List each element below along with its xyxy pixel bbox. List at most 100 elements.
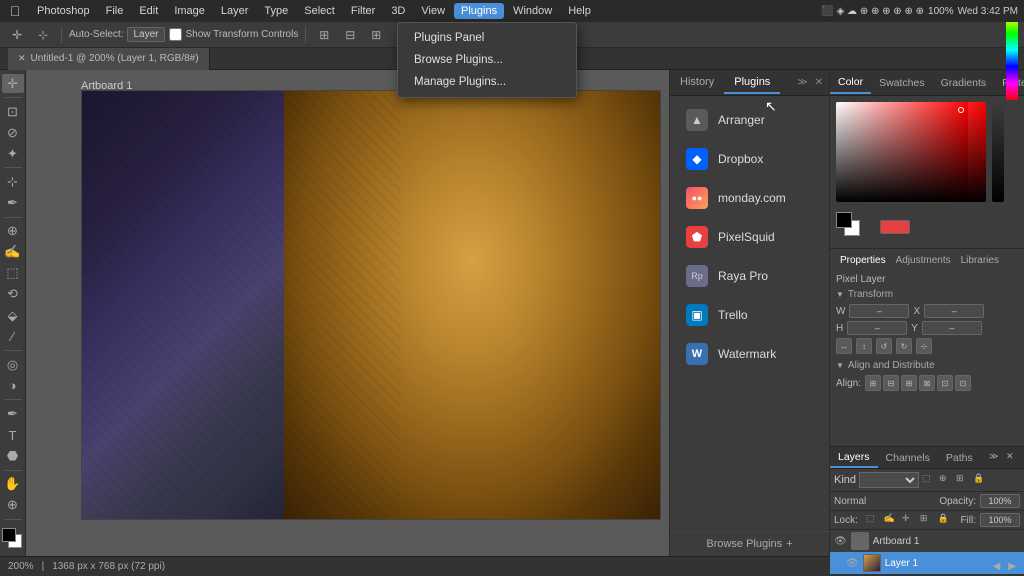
layers-kind-select[interactable] xyxy=(859,472,919,488)
menu-type[interactable]: Type xyxy=(257,3,295,19)
move-tool-btn[interactable]: ✛ xyxy=(2,74,24,93)
lasso-tool-btn[interactable]: ⊘ xyxy=(2,123,24,142)
width-input[interactable] xyxy=(849,304,909,318)
eyedropper-btn[interactable]: ✒ xyxy=(2,193,24,212)
menu-select[interactable]: Select xyxy=(297,3,342,19)
dropdown-plugins-panel[interactable]: Plugins Panel xyxy=(398,27,576,49)
paths-tab-btn[interactable]: Paths xyxy=(938,449,981,467)
color-swatches[interactable] xyxy=(2,528,24,552)
eraser-tool-btn[interactable]: ⬙ xyxy=(2,306,24,325)
menu-edit[interactable]: Edit xyxy=(132,3,165,19)
align-section[interactable]: ▼ Align and Distribute xyxy=(836,360,1018,371)
more-transform-icon[interactable]: ⊹ xyxy=(916,338,932,354)
rotate-left-icon[interactable]: ↺ xyxy=(876,338,892,354)
transform-section[interactable]: ▼ Transform xyxy=(836,289,1018,300)
channels-tab-btn[interactable]: Channels xyxy=(878,449,938,467)
browse-plugins-btn[interactable]: Browse Plugins + xyxy=(670,531,829,556)
layer-lock-pixels-icon[interactable]: ⬚ xyxy=(922,473,936,487)
brush-tool-btn[interactable]: ✍ xyxy=(2,243,24,262)
height-input[interactable] xyxy=(847,321,907,335)
apple-logo-icon[interactable]:  xyxy=(6,0,24,22)
layer-lock-artboard-icon[interactable]: ⊞ xyxy=(956,473,970,487)
canvas-area[interactable]: Artboard 1 xyxy=(26,70,669,556)
align-bottom-edge-icon[interactable]: ⊡ xyxy=(955,375,971,391)
magic-wand-btn[interactable]: ✦ xyxy=(2,144,24,163)
lock-artboard2-icon[interactable]: ⊞ xyxy=(920,513,934,527)
menu-3d[interactable]: 3D xyxy=(384,3,412,19)
align-left-edge-icon[interactable]: ⊞ xyxy=(865,375,881,391)
canvas-tab[interactable]: ✕ Untitled-1 @ 200% (Layer 1, RGB/8#) xyxy=(8,48,210,70)
layer-select-btn[interactable]: Layer xyxy=(127,27,164,42)
dodge-tool-btn[interactable]: ◑ xyxy=(2,376,24,395)
history-brush-btn[interactable]: ⟲ xyxy=(2,285,24,304)
align-h-center-icon[interactable]: ⊟ xyxy=(883,375,899,391)
dropdown-manage-plugins[interactable]: Manage Plugins... xyxy=(398,71,576,93)
crop-tool-btn[interactable]: ⊹ xyxy=(2,172,24,191)
color-spectrum[interactable] xyxy=(836,102,986,202)
panel-menu-icon[interactable]: ≫ xyxy=(795,75,809,90)
y-input[interactable] xyxy=(922,321,982,335)
libraries-tab[interactable]: Libraries xyxy=(957,253,1003,268)
plugin-pixelsquid[interactable]: ⬟ PixelSquid xyxy=(674,218,825,256)
transform-checkbox[interactable] xyxy=(169,28,182,41)
align-left-icon[interactable]: ⊞ xyxy=(313,24,335,46)
opacity-input[interactable] xyxy=(980,494,1020,508)
menu-plugins[interactable]: Plugins xyxy=(454,3,504,19)
plugin-rayapro[interactable]: Rp Raya Pro xyxy=(674,257,825,295)
pen-tool-btn[interactable]: ✒ xyxy=(2,404,24,423)
layers-tab-btn[interactable]: Layers xyxy=(830,448,878,468)
alpha-bar[interactable] xyxy=(992,102,1004,202)
plugin-monday[interactable]: ●● monday.com xyxy=(674,179,825,217)
align-top-edge-icon[interactable]: ⊠ xyxy=(919,375,935,391)
flip-v-icon[interactable]: ↕ xyxy=(856,338,872,354)
align-right-icon[interactable]: ⊞ xyxy=(365,24,387,46)
swatches-tab[interactable]: Swatches xyxy=(871,73,933,93)
adjustments-tab[interactable]: Adjustments xyxy=(892,253,955,268)
menu-window[interactable]: Window xyxy=(506,3,559,19)
artboard1-visibility-icon[interactable]: 👁 xyxy=(834,536,847,547)
lock-transparent-icon[interactable]: ⬚ xyxy=(866,513,880,527)
lock-paint-icon[interactable]: ✍ xyxy=(884,513,898,527)
gradients-tab[interactable]: Gradients xyxy=(933,73,995,93)
menu-file[interactable]: File xyxy=(99,3,131,19)
properties-tab[interactable]: Properties xyxy=(836,253,890,268)
heal-tool-btn[interactable]: ⊕ xyxy=(2,221,24,240)
foreground-color-swatch[interactable] xyxy=(2,528,16,542)
menu-view[interactable]: View xyxy=(414,3,452,19)
layer-lock-all-icon[interactable]: 🔒 xyxy=(973,473,987,487)
fg-swatch[interactable] xyxy=(836,212,852,228)
layer1-visibility-icon[interactable]: 👁 xyxy=(846,558,859,569)
x-input[interactable] xyxy=(924,304,984,318)
zoom-tool-btn[interactable]: ⊕ xyxy=(2,496,24,515)
menu-help[interactable]: Help xyxy=(561,3,598,19)
fg-bg-swatches[interactable] xyxy=(836,212,872,242)
shape-tool-btn[interactable]: ⬣ xyxy=(2,447,24,466)
align-right-edge-icon[interactable]: ⊞ xyxy=(901,375,917,391)
blur-tool-btn[interactable]: ◎ xyxy=(2,355,24,374)
flip-h-icon[interactable]: ↔ xyxy=(836,338,852,354)
menu-layer[interactable]: Layer xyxy=(214,3,256,19)
align-v-center-icon[interactable]: ⊡ xyxy=(937,375,953,391)
layers-close-icon[interactable]: ✕ xyxy=(1006,451,1020,465)
align-center-icon[interactable]: ⊟ xyxy=(339,24,361,46)
rotate-right-icon[interactable]: ↻ xyxy=(896,338,912,354)
text-tool-btn[interactable]: T xyxy=(2,425,24,444)
plugin-arranger[interactable]: ▲ Arranger xyxy=(674,101,825,139)
color-tab[interactable]: Color xyxy=(830,72,871,94)
layer-lock-pos-icon[interactable]: ⊕ xyxy=(939,473,953,487)
tab-close-icon[interactable]: ✕ xyxy=(18,53,26,64)
dropdown-browse-plugins[interactable]: Browse Plugins... xyxy=(398,49,576,71)
menu-image[interactable]: Image xyxy=(167,3,212,19)
fill-input[interactable] xyxy=(980,513,1020,527)
panel-close-icon[interactable]: ✕ xyxy=(813,75,825,90)
plugin-dropbox[interactable]: ◆ Dropbox xyxy=(674,140,825,178)
artboard1-layer-item[interactable]: 👁 Artboard 1 xyxy=(830,530,1024,552)
plugin-watermark[interactable]: W Watermark xyxy=(674,335,825,373)
lock-all2-icon[interactable]: 🔒 xyxy=(938,513,952,527)
menu-filter[interactable]: Filter xyxy=(344,3,382,19)
layers-menu-icon[interactable]: ≫ xyxy=(989,451,1003,465)
plugin-trello[interactable]: ▣ Trello xyxy=(674,296,825,334)
hand-tool-btn[interactable]: ✋ xyxy=(2,475,24,494)
history-tab[interactable]: History xyxy=(670,72,724,94)
nav-arrow-left-icon[interactable]: ◀ xyxy=(993,561,1001,572)
